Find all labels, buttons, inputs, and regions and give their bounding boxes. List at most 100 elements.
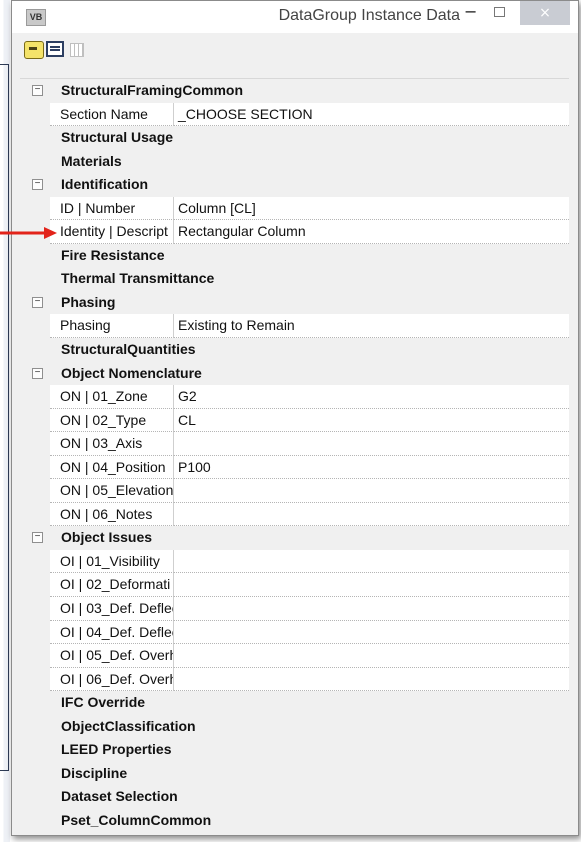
category-label[interactable]: Pset_ColumnCommon <box>50 808 569 833</box>
row-gutter <box>20 667 50 692</box>
property-row: ON | 04_Position P100 <box>20 455 569 480</box>
category-row: Materials <box>20 149 569 174</box>
property-value-field[interactable] <box>174 479 569 503</box>
category-row: Thermal Transmittance <box>20 267 569 291</box>
collapse-icon[interactable]: − <box>32 367 43 379</box>
background-edge-line <box>0 770 9 771</box>
category-label[interactable]: Thermal Transmittance <box>50 267 569 291</box>
property-label[interactable]: OI | 01_Visibility <box>50 549 174 574</box>
property-row: ON | 06_Notes <box>20 502 569 527</box>
comment-icon[interactable] <box>24 41 44 59</box>
property-value-field[interactable] <box>174 644 569 668</box>
category-row: − Identification <box>20 173 569 197</box>
property-label[interactable]: OI | 05_Def. Overh <box>50 644 174 668</box>
category-label[interactable]: Phasing <box>50 290 569 315</box>
category-row: Pset_ColumnCommon <box>20 808 569 833</box>
category-label[interactable]: Materials <box>50 149 569 174</box>
title-bar[interactable]: VB DataGroup Instance Data − × <box>12 1 578 33</box>
row-gutter <box>20 149 50 174</box>
property-label[interactable]: ON | 04_Position <box>50 455 174 480</box>
row-gutter <box>20 196 50 221</box>
category-row: Structural Usage <box>20 126 569 150</box>
property-value-field[interactable]: CL <box>174 408 569 433</box>
collapse-icon[interactable]: − <box>32 296 43 308</box>
category-label[interactable]: Structural Usage <box>50 126 569 150</box>
collapse-icon[interactable]: − <box>32 179 43 191</box>
property-value-field[interactable] <box>174 432 569 456</box>
category-label[interactable]: StructuralFramingCommon <box>50 79 569 103</box>
category-label[interactable]: Identification <box>50 173 569 197</box>
category-row: − StructuralFramingCommon <box>20 79 569 103</box>
property-label[interactable]: OI | 04_Def. Deflec <box>50 620 174 645</box>
property-value-field[interactable]: Existing to Remain <box>174 314 569 339</box>
minimize-button[interactable]: − <box>464 4 480 21</box>
row-gutter <box>20 573 50 598</box>
property-label[interactable]: OI | 02_Deformati <box>50 573 174 598</box>
row-gutter <box>20 644 50 668</box>
row-gutter <box>20 785 50 809</box>
property-value-field[interactable] <box>174 502 569 527</box>
row-gutter <box>20 385 50 409</box>
category-label[interactable]: IFC Override <box>50 691 569 715</box>
property-label[interactable]: ID | Number <box>50 196 174 221</box>
property-label[interactable]: Phasing <box>50 314 174 339</box>
property-label[interactable]: ON | 06_Notes <box>50 502 174 527</box>
row-gutter <box>20 408 50 433</box>
property-value-field[interactable]: Column [CL] <box>174 196 569 221</box>
maximize-button[interactable] <box>492 5 506 19</box>
row-gutter <box>20 267 50 291</box>
property-value-field[interactable] <box>174 597 569 621</box>
category-label[interactable]: Object Nomenclature <box>50 361 569 386</box>
row-gutter <box>20 738 50 762</box>
property-value-field[interactable]: G2 <box>174 385 569 409</box>
list-icon[interactable] <box>46 41 64 57</box>
property-label[interactable]: ON | 05_Elevation <box>50 479 174 503</box>
property-row: Section Name _CHOOSE SECTION <box>20 102 569 127</box>
row-gutter <box>20 432 50 456</box>
category-label[interactable]: ObjectClassification <box>50 714 569 739</box>
row-gutter <box>20 455 50 480</box>
row-gutter: − <box>20 290 50 315</box>
background-edge-line <box>8 64 9 771</box>
property-row: ON | 01_Zone G2 <box>20 385 569 409</box>
property-label[interactable]: OI | 06_Def. Overh <box>50 667 174 692</box>
property-value-field[interactable] <box>174 667 569 692</box>
category-label[interactable]: Fire Resistance <box>50 243 569 268</box>
category-row: ObjectClassification <box>20 714 569 739</box>
property-value-field[interactable]: _CHOOSE SECTION <box>174 102 569 127</box>
category-row: IFC Override <box>20 691 569 715</box>
property-label[interactable]: ON | 03_Axis <box>50 432 174 456</box>
property-row: OI | 01_Visibility <box>20 549 569 574</box>
property-row: ON | 05_Elevation <box>20 479 569 503</box>
property-row: Identity | Descript Rectangular Column <box>20 220 569 244</box>
category-row: StructuralQuantities <box>20 338 569 362</box>
property-label[interactable]: ON | 01_Zone <box>50 385 174 409</box>
collapse-icon[interactable]: − <box>32 85 43 96</box>
property-value-field[interactable]: Rectangular Column <box>174 220 569 244</box>
row-gutter: − <box>20 526 50 550</box>
property-value-field[interactable] <box>174 620 569 645</box>
close-button[interactable]: × <box>520 1 570 25</box>
category-label[interactable]: Dataset Selection <box>50 785 569 809</box>
property-value-field[interactable] <box>174 573 569 598</box>
property-label[interactable]: ON | 02_Type <box>50 408 174 433</box>
category-label[interactable]: Discipline <box>50 761 569 786</box>
row-gutter <box>20 338 50 362</box>
property-value-field[interactable] <box>174 549 569 574</box>
category-label[interactable]: StructuralQuantities <box>50 338 569 362</box>
property-label[interactable]: Section Name <box>50 102 174 127</box>
property-label[interactable]: Identity | Descript <box>50 220 174 244</box>
category-row: − Object Issues <box>20 526 569 550</box>
row-gutter: − <box>20 361 50 386</box>
row-gutter <box>20 479 50 503</box>
category-label[interactable]: Object Issues <box>50 526 569 550</box>
row-gutter <box>20 502 50 527</box>
property-value-field[interactable]: P100 <box>174 455 569 480</box>
row-gutter <box>20 761 50 786</box>
property-label[interactable]: OI | 03_Def. Deflec <box>50 597 174 621</box>
background-window-edge <box>0 0 10 842</box>
category-label[interactable]: LEED Properties <box>50 738 569 762</box>
collapse-icon[interactable]: − <box>32 532 43 544</box>
property-row: ON | 02_Type CL <box>20 408 569 433</box>
grid-icon[interactable] <box>70 43 84 57</box>
